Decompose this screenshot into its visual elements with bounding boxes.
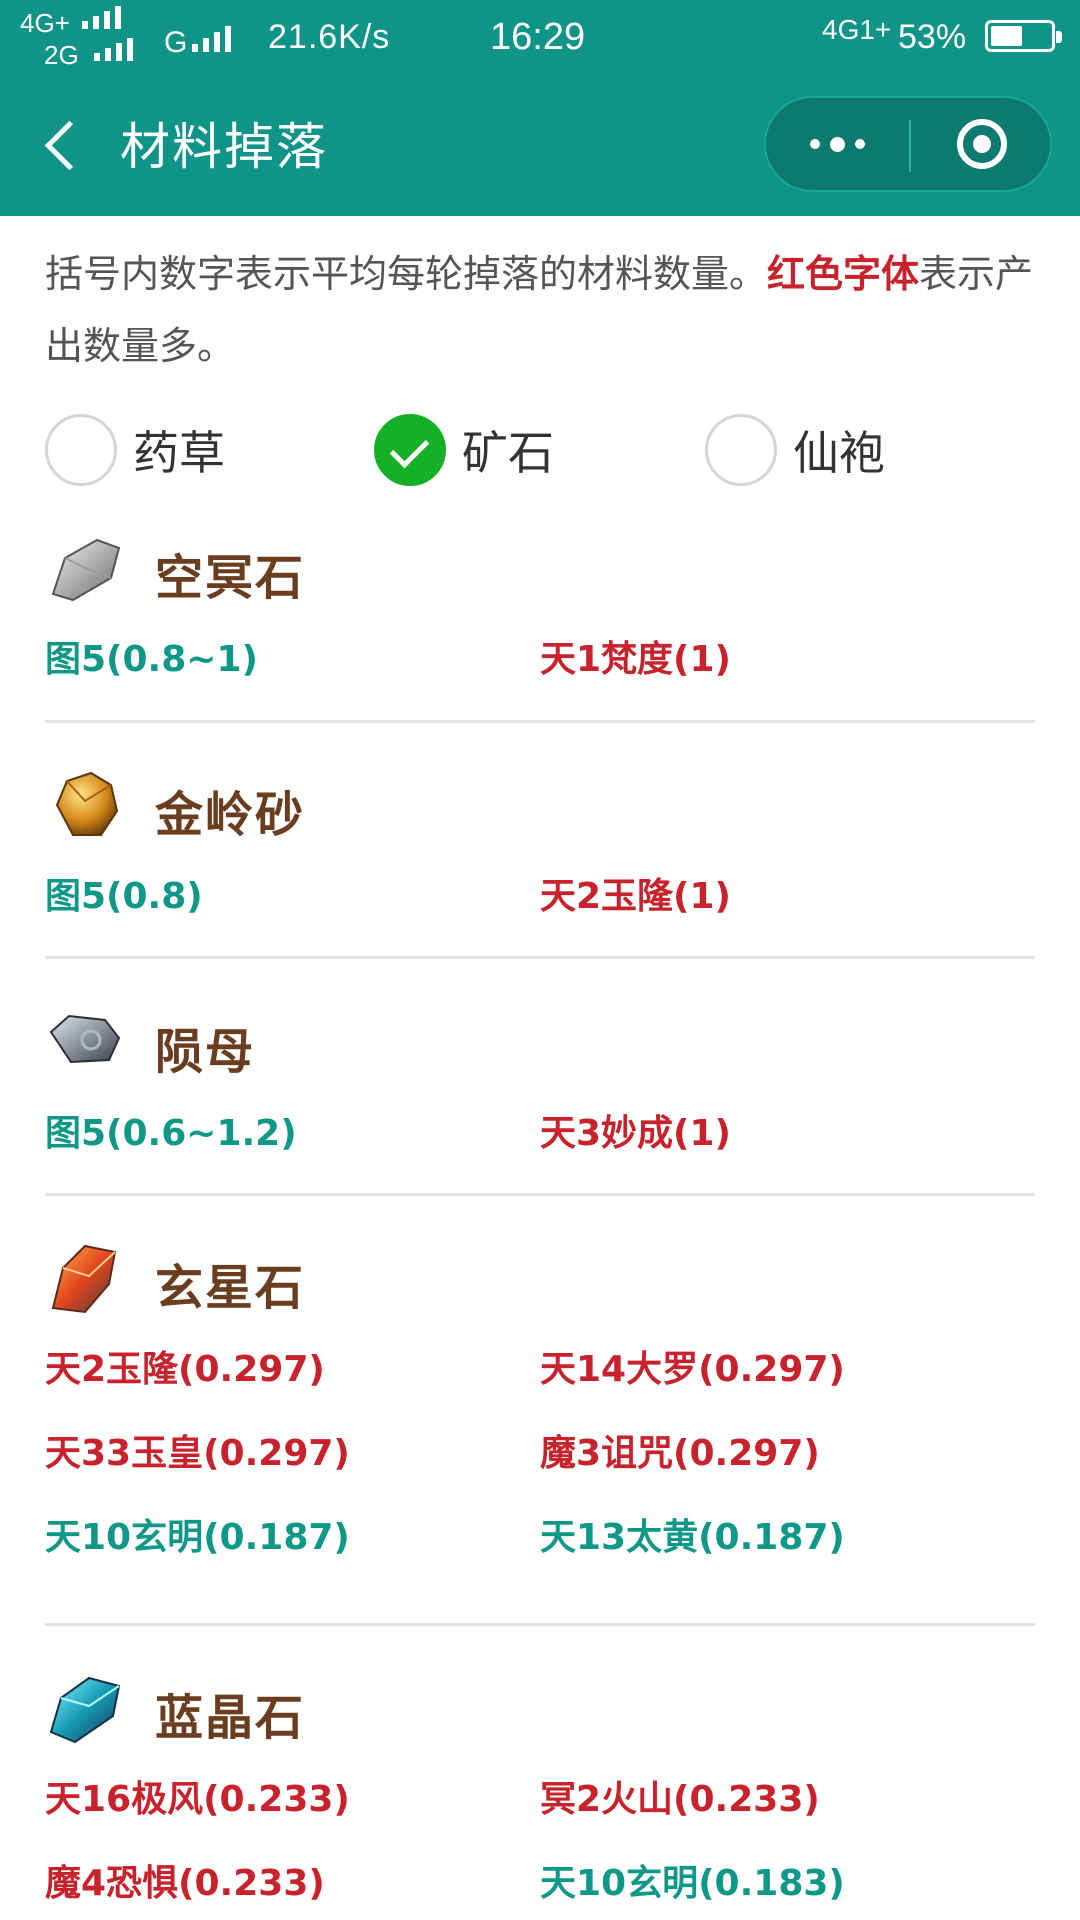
radio-circle[interactable]: [45, 414, 117, 486]
material-name: 陨母: [155, 1024, 256, 1080]
drop-list: 天16极风(0.233) 冥2火山(0.233) 魔4恐惧(0.233) 天10…: [45, 1758, 1035, 1920]
network-type-right: 4G1+: [822, 14, 892, 45]
drop-source: 天14大罗(0.297): [540, 1349, 845, 1390]
battery-icon: [985, 20, 1062, 52]
radio-circle[interactable]: [705, 414, 777, 486]
drop-source: 天10玄明(0.187): [45, 1517, 350, 1558]
drop-source: 图5(0.8~1): [45, 639, 258, 680]
tab-ores[interactable]: 矿石: [374, 410, 554, 490]
more-dots-icon: [830, 136, 845, 152]
material-card: 金岭砂 图5(0.8) 天2玉隆(1): [45, 755, 1035, 939]
mini-program-capsule: [764, 96, 1052, 192]
back-arrow-icon[interactable]: [38, 114, 88, 180]
material-name: 空冥石: [155, 550, 306, 606]
more-dots-icon: [855, 139, 865, 149]
network-type-top: 4G+: [20, 8, 70, 38]
network-speed: 21.6K/s: [268, 18, 391, 56]
drop-source: 天2玉隆(1): [540, 876, 732, 917]
target-circle-icon: [972, 135, 991, 153]
drop-list: 图5(0.8) 天2玉隆(1): [45, 855, 1035, 939]
drop-source: 魔3诅咒(0.297): [540, 1433, 820, 1474]
gold-ore-icon: [55, 771, 119, 836]
red-crystal-icon: [51, 1244, 117, 1314]
divider: [45, 1623, 1035, 1626]
drop-source: 图5(0.6~1.2): [45, 1113, 297, 1154]
drop-source: 天13太黄(0.187): [540, 1517, 845, 1558]
material-card: 蓝晶石 天16极风(0.233) 冥2火山(0.233) 魔4恐惧(0.233)…: [45, 1658, 1035, 1920]
tab-herbs[interactable]: 药草: [45, 410, 225, 490]
material-name: 金岭砂: [155, 787, 306, 843]
tab-label: 矿石: [462, 426, 554, 480]
drop-source: 天16极风(0.233): [45, 1779, 350, 1820]
drop-list: 天2玉隆(0.297) 天14大罗(0.297) 天33玉皇(0.297) 魔3…: [45, 1328, 1035, 1580]
nav-bar: 材料掉落: [0, 78, 1080, 216]
intro-text: 括号内数字表示平均每轮掉落的材料数量。红色字体表示产出数量多。: [45, 238, 1035, 382]
drop-source: 图5(0.8): [45, 876, 203, 917]
material-card: 空冥石 图5(0.8~1) 天1梵度(1): [45, 518, 1035, 702]
intro-highlight: 红色字体: [767, 252, 920, 296]
drop-source: 天10玄明(0.183): [540, 1863, 845, 1904]
drop-list: 图5(0.6~1.2) 天3妙成(1): [45, 1092, 1035, 1176]
drop-list: 图5(0.8~1) 天1梵度(1): [45, 618, 1035, 702]
more-button[interactable]: [766, 98, 909, 190]
material-card: 陨母 图5(0.6~1.2) 天3妙成(1): [45, 992, 1035, 1176]
intro-part1: 括号内数字表示平均每轮掉落的材料数量。: [45, 252, 768, 296]
drop-source: 天1梵度(1): [540, 639, 732, 680]
drop-source: 魔4恐惧(0.233): [45, 1863, 325, 1904]
signal-icon: [192, 26, 231, 52]
signal-icon: [82, 6, 121, 29]
divider: [45, 720, 1035, 723]
tab-label: 仙袍: [793, 426, 885, 480]
radio-checked-icon[interactable]: [374, 414, 446, 486]
material-name: 蓝晶石: [155, 1690, 306, 1746]
page-title: 材料掉落: [120, 118, 328, 176]
clock: 16:29: [490, 16, 586, 58]
meteor-ore-icon: [49, 1014, 121, 1064]
close-button[interactable]: [911, 98, 1052, 190]
more-dots-icon: [810, 139, 820, 149]
tab-label: 药草: [133, 426, 225, 480]
drop-source: 天33玉皇(0.297): [45, 1433, 350, 1474]
status-bar: 4G+ 2G G 21.6K/s 16:29 4G1+ 53%: [0, 0, 1080, 78]
divider: [45, 1193, 1035, 1196]
network-type-bottom: 2G: [44, 40, 79, 70]
battery-percent: 53%: [898, 18, 967, 56]
divider: [45, 956, 1035, 959]
drop-source: 天3妙成(1): [540, 1113, 732, 1154]
material-card: 玄星石 天2玉隆(0.297) 天14大罗(0.297) 天33玉皇(0.297…: [45, 1228, 1035, 1580]
drop-source: 冥2火山(0.233): [540, 1779, 820, 1820]
network-type-g: G: [164, 26, 188, 59]
material-name: 玄星石: [155, 1260, 306, 1316]
signal-icon: [94, 38, 133, 61]
blue-crystal-icon: [49, 1676, 121, 1744]
tab-robes[interactable]: 仙袍: [705, 410, 885, 490]
drop-source: 天2玉隆(0.297): [45, 1349, 325, 1390]
gray-ore-icon: [51, 538, 121, 602]
